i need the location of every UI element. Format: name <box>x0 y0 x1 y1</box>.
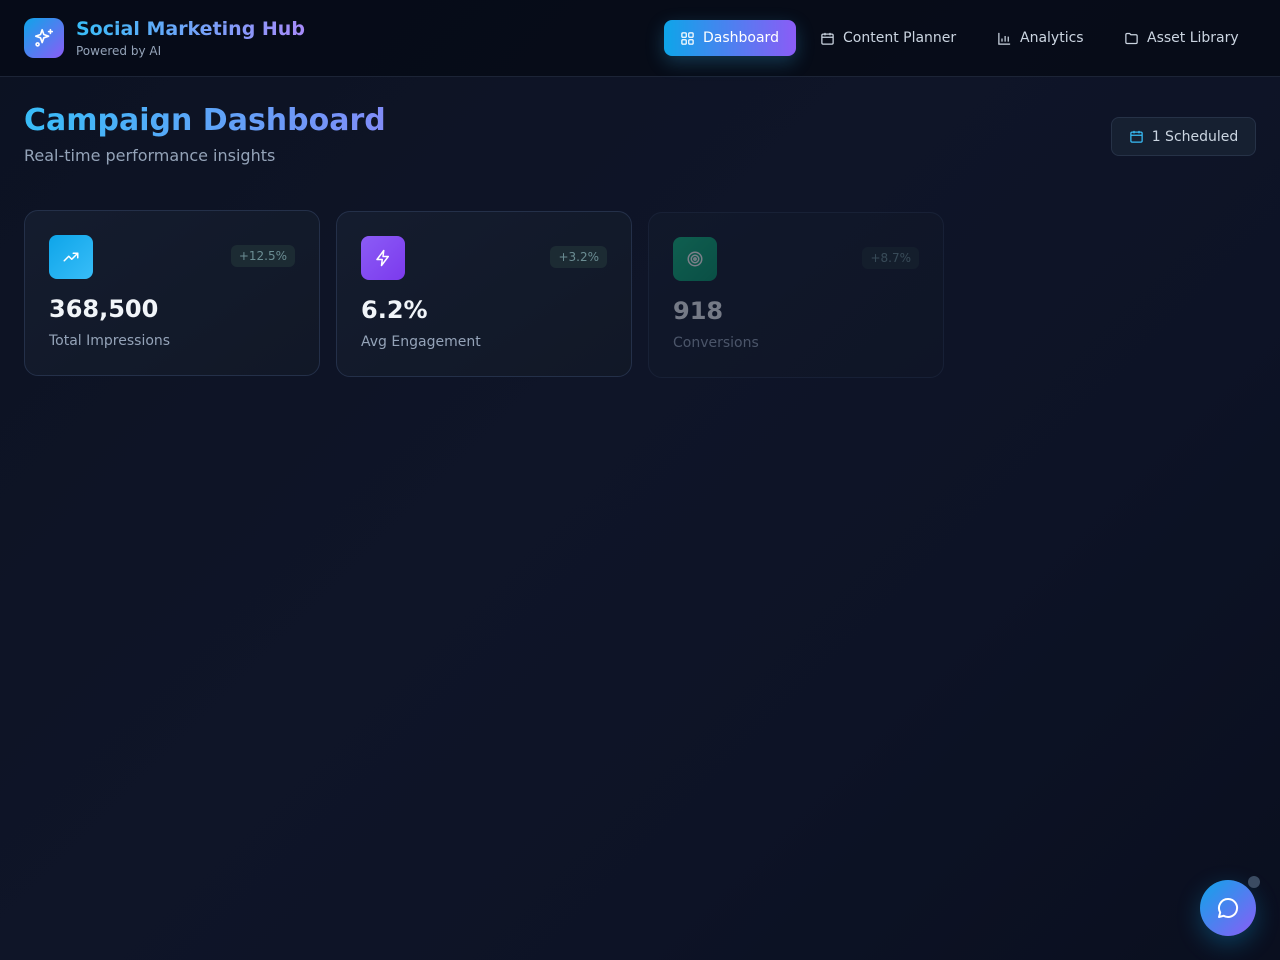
stat-icon-box <box>49 235 93 279</box>
notification-dot <box>1248 876 1260 888</box>
nav-analytics[interactable]: Analytics <box>981 20 1100 56</box>
chat-button[interactable] <box>1200 880 1256 936</box>
bar-chart-icon <box>998 32 1011 45</box>
scheduled-badge[interactable]: 1 Scheduled <box>1111 117 1256 156</box>
app-logo[interactable] <box>24 18 64 58</box>
stat-card-conversions: +8.7% 918 Conversions <box>648 212 944 378</box>
stat-value: 6.2% <box>361 296 428 324</box>
stat-delta-badge: +12.5% <box>230 245 295 267</box>
sparkles-icon <box>34 28 54 47</box>
calendar-icon <box>821 32 834 45</box>
lightning-icon <box>376 249 389 267</box>
scheduled-badge-label: 1 Scheduled <box>1151 128 1239 145</box>
top-navbar: Social Marketing Hub Powered by AI Dashb… <box>0 0 1280 77</box>
folder-icon <box>1125 32 1138 44</box>
stat-value: 368,500 <box>49 295 159 323</box>
chat-bubble-icon <box>1218 897 1239 918</box>
stat-icon-box <box>673 237 717 281</box>
nav-asset-library-label: Asset Library <box>1147 30 1239 46</box>
stat-card-impressions: +12.5% 368,500 Total Impressions <box>24 210 320 376</box>
page-subtitle: Real-time performance insights <box>24 146 276 165</box>
nav-analytics-label: Analytics <box>1020 30 1084 46</box>
nav-content-planner-label: Content Planner <box>843 30 957 46</box>
stat-value: 918 <box>673 297 724 325</box>
stat-card-engagement: +3.2% 6.2% Avg Engagement <box>336 211 632 377</box>
nav-dashboard-label: Dashboard <box>703 30 779 46</box>
nav-asset-library[interactable]: Asset Library <box>1108 20 1255 56</box>
stat-delta-badge: +8.7% <box>862 247 919 269</box>
nav-content-planner[interactable]: Content Planner <box>804 20 972 56</box>
stat-icon-box <box>361 236 405 280</box>
page-title: Campaign Dashboard <box>24 103 386 138</box>
target-icon <box>687 251 703 267</box>
stat-label: Conversions <box>673 335 759 351</box>
stat-delta-badge: +3.2% <box>550 246 607 268</box>
app-title: Social Marketing Hub <box>76 18 305 40</box>
calendar-icon <box>1129 130 1143 143</box>
grid-icon <box>681 31 694 45</box>
app-subtitle: Powered by AI <box>76 44 162 58</box>
stat-label: Total Impressions <box>49 333 171 349</box>
stat-label: Avg Engagement <box>361 334 481 350</box>
trending-up-icon <box>63 252 79 262</box>
nav-dashboard[interactable]: Dashboard <box>664 20 796 56</box>
